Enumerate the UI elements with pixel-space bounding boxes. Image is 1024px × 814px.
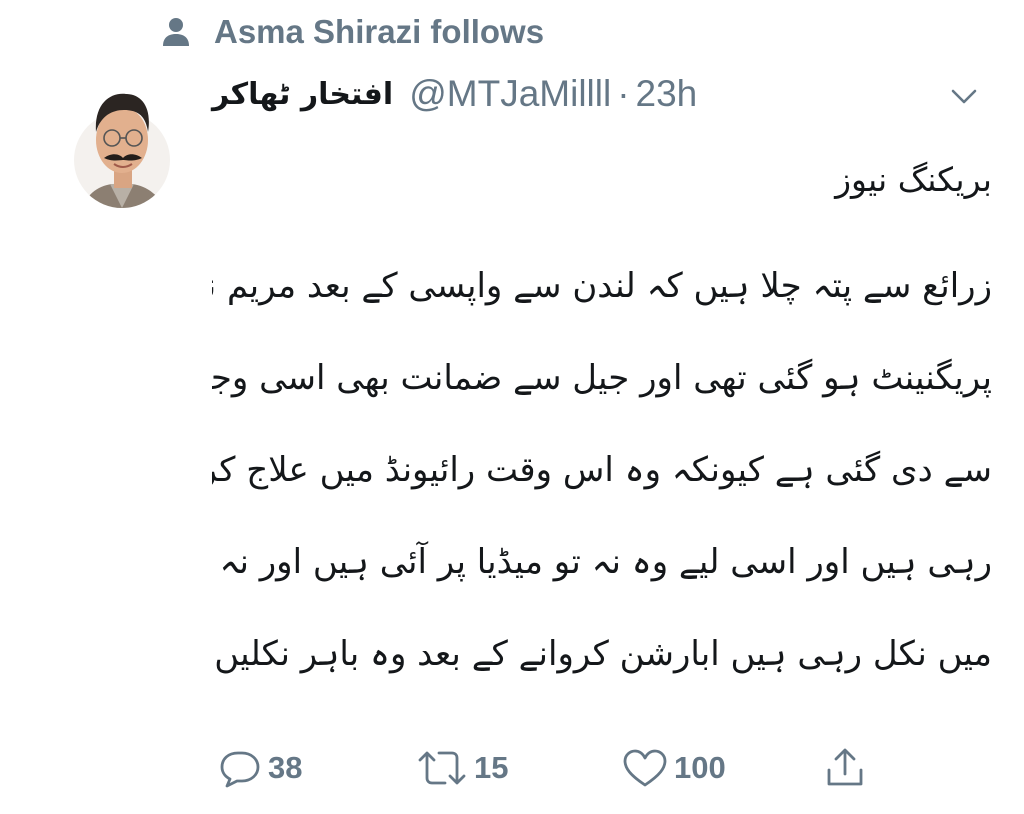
tweet-body: بریکنگ نیوز زرائع سے پتہ چلا ہیں کہ لندن…	[212, 150, 992, 700]
reply-count: 38	[268, 750, 303, 785]
retweet-icon	[418, 751, 466, 785]
tweet-heading: بریکنگ نیوز	[835, 160, 992, 199]
chevron-down-icon[interactable]	[948, 80, 980, 112]
tweet-line: میں نکل رہی ہیں ابارشن کروانے کے بعد وہ …	[212, 634, 992, 674]
tweet-actions: 38 15 100	[218, 740, 878, 796]
like-button[interactable]: 100	[622, 740, 726, 796]
author-handle[interactable]: @MTJaMillll	[409, 73, 611, 115]
like-icon	[623, 749, 667, 787]
tweet-line: زرائع سے پتہ چلا ہیں کہ لندن سے واپسی کے…	[212, 266, 992, 306]
social-context[interactable]: Asma Shirazi follows	[160, 8, 544, 56]
person-icon	[163, 18, 189, 46]
retweet-button[interactable]: 15	[416, 740, 508, 796]
reply-icon	[220, 751, 260, 788]
avatar[interactable]	[74, 74, 176, 224]
tweet-header: افتخار ٹھاکر @MTJaMillll · 23h	[212, 66, 697, 122]
tweet-line: رہی ہیں اور اسی لیے وہ نہ تو میڈیا پر آئ…	[212, 542, 992, 582]
tweet: Asma Shirazi follows افتخار ٹھاکر @MTJaM…	[0, 0, 1024, 814]
like-count: 100	[674, 750, 726, 785]
social-context-label: Asma Shirazi follows	[214, 13, 545, 50]
tweet-time[interactable]: 23h	[636, 73, 698, 115]
share-button[interactable]	[824, 740, 872, 796]
share-icon	[827, 748, 863, 786]
author-name[interactable]: افتخار ٹھاکر	[212, 77, 393, 112]
tweet-line: سے دی گئی ہے کیونکہ وہ اس وقت رائیونڈ می…	[212, 450, 992, 490]
separator-dot: ·	[617, 73, 630, 114]
retweet-count: 15	[474, 750, 509, 785]
tweet-line: پریگنینٹ ہو گئی تھی اور جیل سے ضمانت بھی…	[212, 358, 992, 398]
reply-button[interactable]: 38	[218, 740, 302, 796]
